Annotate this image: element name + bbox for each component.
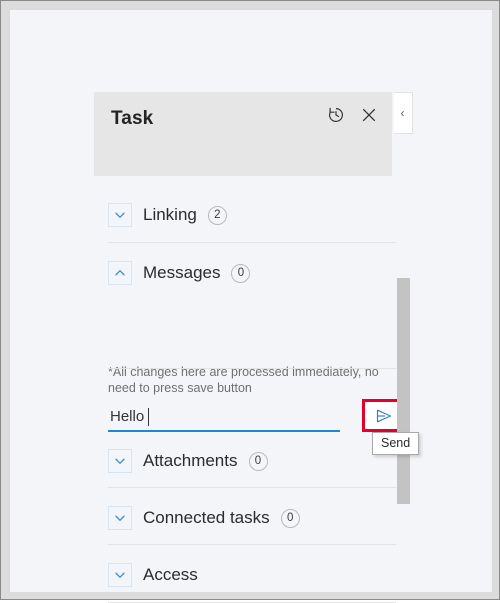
page-canvas: Task ‹ Linking 2 Messages 0 *All changes… [9, 9, 493, 603]
task-panel: Task ‹ Linking 2 Messages 0 *All changes… [94, 92, 420, 603]
sidebar-item-messages[interactable]: Messages 0 [108, 260, 251, 286]
section-label-connected-tasks: Connected tasks [143, 508, 270, 527]
sidebar-item-attachments[interactable]: Attachments 0 [108, 448, 268, 474]
panel-body: Linking 2 Messages 0 *All changes here a… [94, 176, 420, 603]
sidebar-item-connected-tasks[interactable]: Connected tasks 0 [108, 505, 300, 531]
chevron-left-icon: ‹ [400, 106, 405, 120]
status-badge: 2 [207, 205, 227, 225]
chevron-down-icon[interactable] [108, 449, 132, 473]
message-compose-row [108, 399, 406, 434]
chevron-down-icon[interactable] [108, 506, 132, 530]
section-label-linking: Linking [143, 205, 197, 224]
scrollbar-thumb[interactable] [397, 278, 410, 504]
divider [108, 487, 396, 488]
send-tooltip: Send [372, 432, 420, 455]
close-icon[interactable] [358, 104, 380, 126]
divider [108, 544, 396, 545]
chevron-down-icon[interactable] [108, 203, 132, 227]
divider [108, 242, 396, 243]
text-caret [148, 408, 149, 426]
status-badge: 0 [248, 451, 268, 471]
history-icon[interactable] [325, 104, 347, 126]
panel-header: Task [94, 92, 392, 176]
header-actions [325, 104, 380, 126]
chevron-down-icon[interactable] [108, 563, 132, 587]
status-badge: 0 [280, 508, 300, 528]
sidebar-item-access[interactable]: Access [108, 562, 198, 588]
collapse-panel-tab[interactable]: ‹ [394, 92, 413, 134]
section-label-messages: Messages [143, 263, 221, 282]
sidebar-item-linking[interactable]: Linking 2 [108, 202, 227, 228]
chevron-up-icon[interactable] [108, 261, 132, 285]
screenshot-frame: Task ‹ Linking 2 Messages 0 *All changes… [0, 0, 500, 603]
page-title: Task [111, 108, 154, 129]
divider [108, 368, 396, 369]
section-label-attachments: Attachments [143, 451, 238, 470]
section-label-access: Access [143, 565, 198, 584]
status-badge: 0 [231, 263, 251, 283]
message-input[interactable] [108, 404, 340, 432]
